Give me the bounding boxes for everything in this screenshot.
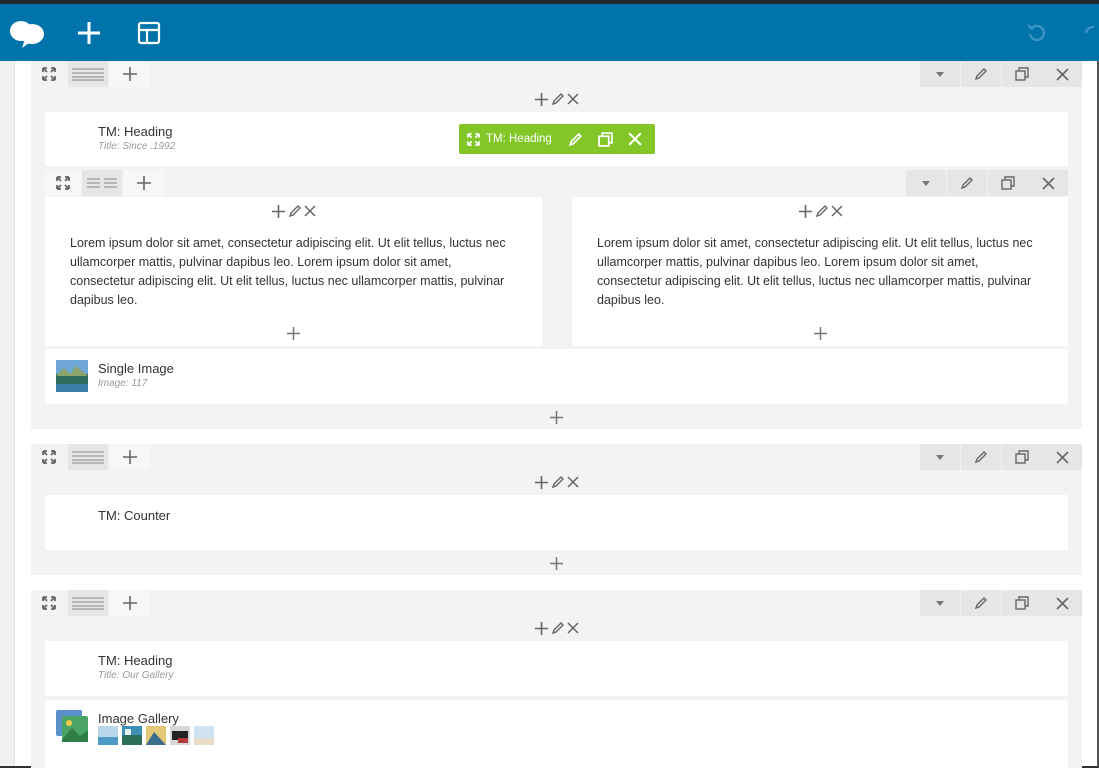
close-icon[interactable] [628,132,642,146]
widget-image-gallery[interactable]: Image Gallery [45,700,1068,768]
close-icon[interactable] [304,205,316,217]
chevron-down-icon[interactable] [920,590,960,616]
add-widget-icon[interactable] [810,323,830,343]
chevron-down-icon[interactable] [906,170,946,196]
widget-subtitle: Title: Since .1992 [98,141,176,152]
inner-column-2[interactable]: Lorem ipsum dolor sit amet, consectetur … [572,197,1068,346]
add-column-icon[interactable] [110,590,150,616]
duplicate-icon[interactable] [598,131,613,147]
templates-icon[interactable] [133,4,165,61]
edit-pencil-icon[interactable] [288,204,302,218]
add-column-icon[interactable] [110,444,150,470]
row-layout-icon[interactable] [68,590,108,616]
add-column-icon[interactable] [124,170,164,196]
text-editor-content: Lorem ipsum dolor sit amet, consectetur … [70,236,506,307]
inner-row-layout-icon[interactable] [82,170,122,196]
add-widget-icon[interactable] [546,553,566,573]
row-layout-icon[interactable] [68,61,108,87]
column-controls [572,199,1068,223]
add-column-icon[interactable] [110,61,150,87]
edit-pencil-icon[interactable] [961,590,1001,616]
redo-icon[interactable] [1080,4,1099,61]
row-2-controls [31,444,1082,470]
expand-icon[interactable] [31,444,67,470]
add-widget-icon[interactable] [283,323,303,343]
close-icon[interactable] [1042,590,1082,616]
chevron-down-icon[interactable] [920,444,960,470]
edit-pencil-icon[interactable] [551,92,565,106]
widget-subtitle: Image: 117 [98,378,148,389]
edit-pencil-icon[interactable] [551,475,565,489]
close-icon[interactable] [567,476,579,488]
close-icon[interactable] [1042,61,1082,87]
edit-pencil-icon[interactable] [947,170,987,196]
duplicate-icon[interactable] [1002,61,1042,87]
left-panel-edge [0,61,15,768]
edit-pencil-icon[interactable] [815,204,829,218]
inner-column-1[interactable]: Lorem ipsum dolor sit amet, consectetur … [45,197,542,346]
add-icon[interactable] [534,475,549,490]
widget-tm-heading[interactable]: TM: Heading Title: Our Gallery [45,641,1068,696]
gallery-thumbnail [170,726,190,745]
row-3-controls [31,590,1082,616]
duplicate-icon[interactable] [1002,590,1042,616]
undo-icon[interactable] [1022,4,1052,61]
column-controls [31,616,1082,640]
builder-toolbar [0,4,1099,61]
gallery-thumbnail [194,726,214,745]
add-element-icon[interactable] [72,4,106,61]
add-icon[interactable] [271,204,286,219]
duplicate-icon[interactable] [1002,444,1042,470]
gallery-thumbnail [122,726,142,745]
expand-icon[interactable] [31,61,67,87]
widget-title: TM: Heading [98,653,173,668]
close-icon[interactable] [567,93,579,105]
add-widget-icon[interactable] [546,407,566,427]
row-3: TM: Heading Title: Our Gallery Image Gal… [31,590,1082,768]
widget-title: Image Gallery [98,711,179,726]
gallery-thumbnails [98,726,214,745]
gallery-icon [56,710,88,742]
widget-title: TM: Heading [98,124,173,139]
column-controls [31,470,1082,494]
elementor-logo-icon[interactable] [6,4,48,61]
column-controls [45,199,542,223]
gallery-thumbnail [98,726,118,745]
widget-subtitle: Title: Our Gallery [98,670,174,681]
close-icon[interactable] [830,205,843,217]
add-icon[interactable] [534,92,549,107]
close-icon[interactable] [1042,444,1082,470]
text-editor-content: Lorem ipsum dolor sit amet, consectetur … [597,236,1033,307]
expand-icon[interactable] [467,132,480,146]
edit-pencil-icon[interactable] [568,132,583,147]
add-icon[interactable] [798,204,813,219]
edit-pencil-icon[interactable] [961,61,1001,87]
row-1-controls [31,61,1082,87]
widget-title: Single Image [98,361,174,376]
close-icon[interactable] [1028,170,1068,196]
row-1: TM: Heading Title: Since .1992 Lorem ips… [31,61,1082,429]
widget-single-image[interactable]: Single Image Image: 117 [45,349,1068,404]
chevron-down-icon[interactable] [920,61,960,87]
widget-tm-counter[interactable]: TM: Counter [45,495,1068,550]
image-thumbnail [56,360,88,392]
add-icon[interactable] [534,621,549,636]
widget-title: TM: Counter [98,508,171,523]
duplicate-icon[interactable] [988,170,1028,196]
widget-hover-toolbar: TM: Heading [459,124,655,154]
expand-icon[interactable] [31,590,67,616]
widget-hover-label: TM: Heading [486,133,552,145]
row-2: TM: Counter [31,444,1082,575]
expand-icon[interactable] [45,170,81,196]
inner-row: Lorem ipsum dolor sit amet, consectetur … [45,170,1068,346]
row-layout-icon[interactable] [68,444,108,470]
close-icon[interactable] [567,622,579,634]
edit-pencil-icon[interactable] [551,621,565,635]
column-controls [31,87,1082,111]
edit-pencil-icon[interactable] [961,444,1001,470]
gallery-thumbnail [146,726,166,745]
